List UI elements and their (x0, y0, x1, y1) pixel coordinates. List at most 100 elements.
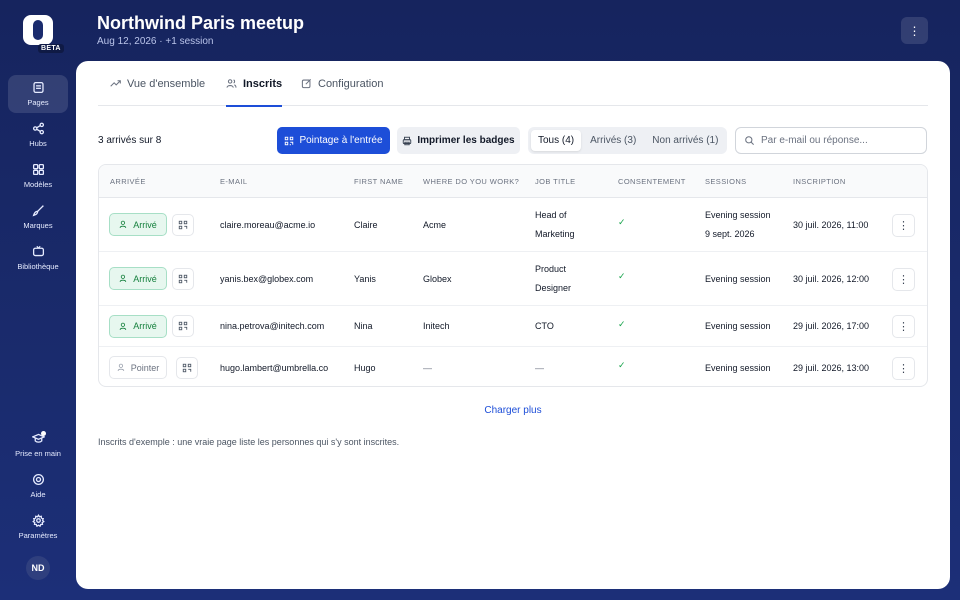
row-actions-button[interactable]: ⋮ (892, 356, 915, 380)
first-name-cell: Hugo (354, 362, 376, 373)
consent-cell: ✓ (618, 252, 626, 305)
beta-badge: BETA (38, 44, 64, 53)
print-badges-label: Imprimer les badges (417, 135, 515, 146)
work-cell: Acme (423, 219, 447, 230)
column-header-job-title: JOB TITLE (535, 177, 576, 186)
checkin-attendee-button[interactable]: Pointer (109, 356, 167, 379)
tv-icon (32, 245, 44, 257)
arrived-status-button[interactable]: Arrivé (109, 267, 167, 290)
sidebar-item-prise-en-main[interactable]: Prise en main (8, 426, 68, 464)
job-title-cell: Head of Marketing (535, 198, 575, 251)
sidebar-item-modeles[interactable]: Modèles (8, 157, 68, 195)
qr-code-icon (178, 321, 188, 331)
job-title-line: Head of (535, 209, 567, 220)
status-label: Arrivé (133, 273, 157, 284)
check-icon: ✓ (618, 360, 626, 370)
qr-code-button[interactable] (172, 213, 194, 236)
filter-tous[interactable]: Tous (4) (531, 130, 582, 151)
brush-icon (32, 205, 44, 217)
email-cell: yanis.bex@globex.com (220, 273, 314, 284)
more-vertical-icon: ⋮ (898, 219, 909, 232)
work-cell: Initech (423, 321, 450, 331)
sidebar-item-pages[interactable]: Pages (8, 75, 68, 113)
tab-label: Configuration (318, 77, 384, 90)
more-options-button[interactable]: ⋮ (901, 17, 928, 44)
tab-bar: Vue d'ensemble Inscrits Configuration (98, 61, 928, 107)
filter-arrives[interactable]: Arrivés (3) (583, 130, 643, 151)
column-header-first-name: FIRST NAME (354, 177, 404, 186)
grid-icon (32, 163, 44, 176)
filter-label: Tous (538, 135, 560, 146)
trend-icon (110, 80, 121, 87)
tab-label: Inscrits (243, 77, 283, 90)
qr-code-icon (178, 220, 188, 229)
check-icon: ✓ (618, 271, 626, 281)
status-label: Pointer (130, 362, 160, 373)
arrived-status-button[interactable]: Arrivé (109, 314, 167, 338)
status-label: Arrivé (133, 219, 157, 230)
more-vertical-icon: ⋮ (898, 362, 909, 375)
user-check-icon (119, 274, 127, 283)
sidebar-item-marques[interactable]: Marques (8, 198, 68, 236)
work-cell: Globex (423, 273, 452, 284)
filter-count: (3) (624, 135, 637, 146)
tab-vue-ensemble[interactable]: Vue d'ensemble (110, 61, 205, 106)
filter-segmented-control: Tous (4) Arrivés (3) Non arrivés (1) (528, 127, 727, 154)
sidebar-item-label: Hubs (29, 139, 47, 148)
row-actions-button[interactable]: ⋮ (892, 267, 915, 291)
sessions-cell: Evening session (705, 362, 771, 373)
row-actions-button[interactable]: ⋮ (892, 213, 915, 237)
sidebar-item-bibliotheque[interactable]: Bibliothèque (8, 239, 68, 277)
filter-label: Non arrivés (652, 135, 704, 146)
arrival-cell: Arrivé (109, 252, 167, 305)
search-box (735, 127, 927, 154)
first-name-cell: Claire (354, 219, 378, 230)
user-check-icon (119, 322, 127, 330)
load-more-button[interactable]: Charger plus (76, 405, 950, 416)
filter-label: Arrivés (590, 135, 622, 146)
sidebar-item-label: Prise en main (15, 449, 61, 458)
tab-inscrits[interactable]: Inscrits (226, 61, 283, 107)
email-cell: hugo.lambert@umbrella.co (220, 362, 329, 373)
gear-icon (31, 514, 45, 527)
avatar[interactable]: ND (26, 556, 50, 580)
job-title-cell: Product Designer (535, 252, 571, 305)
sessions-cell: Evening session 9 sept. 2026 (705, 198, 771, 251)
more-vertical-icon: ⋮ (908, 23, 921, 38)
registered-cell: 29 juil. 2026, 13:00 (793, 362, 870, 373)
search-input[interactable] (761, 135, 921, 146)
check-icon: ✓ (618, 318, 626, 329)
tab-configuration[interactable]: Configuration (301, 61, 383, 106)
notification-dot (41, 431, 46, 436)
qr-code-icon (178, 274, 188, 283)
arrived-status-button[interactable]: Arrivé (109, 213, 167, 236)
qr-code-button[interactable] (172, 315, 194, 337)
session-line: Evening session (705, 209, 771, 220)
print-badges-button[interactable]: Imprimer les badges (397, 127, 520, 154)
row-actions-button[interactable]: ⋮ (892, 315, 915, 338)
checkin-button[interactable]: Pointage à l'entrée (277, 127, 390, 154)
sidebar-item-parametres[interactable]: Paramètres (8, 508, 68, 546)
sidebar-item-hubs[interactable]: Hubs (8, 116, 68, 154)
app-logo[interactable] (23, 15, 53, 45)
sidebar-item-label: Paramètres (18, 531, 58, 540)
qr-code-button[interactable] (172, 267, 194, 290)
sessions-cell: Evening session (705, 273, 771, 284)
qr-code-button[interactable] (176, 356, 198, 379)
more-vertical-icon: ⋮ (898, 321, 909, 333)
sessions-cell: Evening session (705, 321, 771, 331)
printer-icon (403, 136, 412, 145)
sidebar-item-aide[interactable]: Aide (8, 467, 68, 505)
job-title-cell: CTO (535, 321, 554, 331)
arrival-cell: Arrivé (109, 198, 167, 251)
registered-cell: 30 juil. 2026, 11:00 (793, 219, 869, 230)
filter-count: (4) (561, 135, 575, 146)
consent-cell: ✓ (618, 198, 626, 251)
check-icon: ✓ (618, 217, 626, 227)
arrival-cell: Arrivé (109, 306, 167, 346)
main-panel: Vue d'ensemble Inscrits Configuration 3 … (76, 61, 950, 589)
filter-non-arrives[interactable]: Non arrivés (1) (645, 130, 725, 151)
arrival-cell: Pointer (109, 347, 167, 386)
job-title-cell: — (535, 362, 544, 373)
registrants-table: ARRIVÉE E-MAIL FIRST NAME WHERE DO YOU W… (98, 164, 928, 387)
